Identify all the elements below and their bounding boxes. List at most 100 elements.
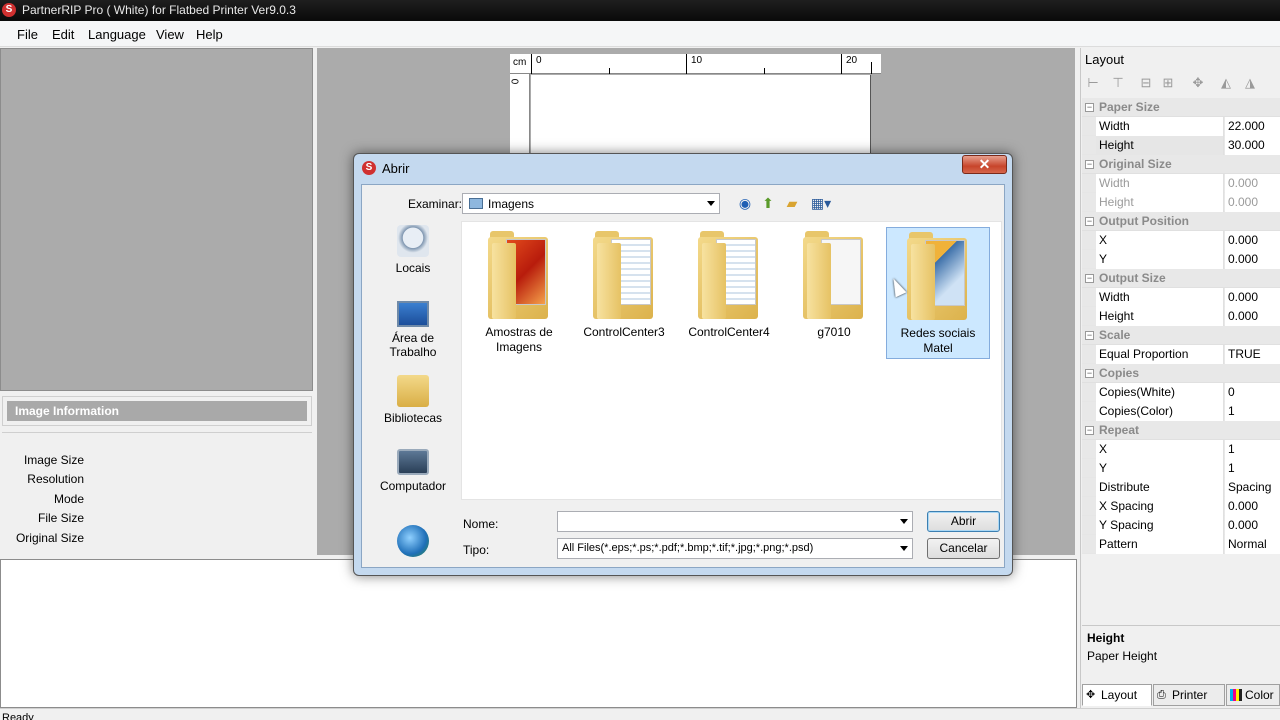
menu-edit[interactable]: Edit [52,27,74,42]
property-value[interactable]: 0.000 [1225,250,1280,269]
property-name: X [1096,440,1224,459]
close-button[interactable]: ✕ [962,155,1007,174]
property-row[interactable]: Height 30.000 [1082,136,1280,155]
look-in-dropdown[interactable]: Imagens [462,193,720,214]
folder-item[interactable]: ControlCenter4 [677,227,781,359]
property-row[interactable]: Y1 [1082,459,1280,478]
message-log-pane [0,559,1077,708]
collapse-icon[interactable]: − [1085,217,1094,226]
collapse-icon[interactable]: − [1085,103,1094,112]
flip-vertical-icon[interactable]: ◮ [1242,75,1258,91]
up-folder-icon[interactable]: ⬆ [759,194,777,212]
collapse-icon[interactable]: − [1085,274,1094,283]
tab-color-label: Color [1245,688,1274,702]
place-desktop[interactable]: Área de Trabalho [370,301,456,359]
menu-bar: File Edit Language View Help [0,21,1280,47]
place-network[interactable] [370,525,456,561]
file-type-dropdown[interactable]: All Files(*.eps;*.ps;*.pdf;*.bmp;*.tif;*… [557,538,913,559]
place-label: Bibliotecas [383,411,443,425]
category-output-size[interactable]: − Output Size [1082,269,1280,288]
category-copies[interactable]: − Copies [1082,364,1280,383]
chevron-down-icon[interactable] [900,519,908,524]
collapse-icon[interactable]: − [1085,369,1094,378]
property-value[interactable]: 0.000 [1225,497,1280,516]
place-libraries[interactable]: Bibliotecas [370,375,456,425]
ruler-tick [841,54,842,74]
property-value[interactable]: 0.000 [1225,307,1280,326]
ruler-unit: cm [513,57,527,68]
property-value[interactable]: 0.000 [1225,288,1280,307]
property-row[interactable]: X1 [1082,440,1280,459]
align-left-icon[interactable]: ⊢ [1085,75,1101,91]
property-row[interactable]: Height 0.000 [1082,307,1280,326]
tab-color[interactable]: Color [1226,684,1280,706]
property-row[interactable]: X Spacing 0.000 [1082,497,1280,516]
file-name-input[interactable] [557,511,913,532]
property-value[interactable]: 0 [1225,383,1280,402]
folder-icon [484,229,554,321]
category-output-position[interactable]: − Output Position [1082,212,1280,231]
property-row[interactable]: Distribute Spacing [1082,478,1280,497]
category-repeat[interactable]: − Repeat [1082,421,1280,440]
folder-item[interactable]: g7010 [782,227,886,359]
look-in-label: Examinar: [408,197,463,211]
place-computer[interactable]: Computador [370,449,456,493]
property-value[interactable]: Spacing [1225,478,1280,497]
open-button[interactable]: Abrir [927,511,1000,532]
center-vertical-icon[interactable]: ⊞ [1160,75,1176,91]
property-row[interactable]: Y Spacing 0.000 [1082,516,1280,535]
center-icon[interactable]: ✥ [1190,75,1206,91]
ruler-left-label-0: 0 [510,78,522,85]
network-icon [397,525,429,557]
view-menu-icon[interactable]: ▦▾ [808,194,834,212]
collapse-icon[interactable]: − [1085,160,1094,169]
tab-printer[interactable]: ⎙ Printer [1153,684,1225,706]
property-value: 0.000 [1225,193,1280,212]
category-original-size[interactable]: − Original Size [1082,155,1280,174]
property-value[interactable]: 30.000 [1225,136,1280,155]
place-recent[interactable]: Locais [370,225,456,275]
category-paper-size[interactable]: − Paper Size [1082,98,1280,117]
flip-horizontal-icon[interactable]: ◭ [1218,75,1234,91]
folder-item[interactable]: Amostras de Imagens [467,227,571,359]
property-row[interactable]: X 0.000 [1082,231,1280,250]
menu-file[interactable]: File [17,27,38,42]
collapse-icon[interactable]: − [1085,426,1094,435]
back-icon[interactable]: ◉ [736,194,754,212]
status-text: Ready [2,712,34,720]
property-value[interactable]: 1 [1225,459,1280,478]
property-row[interactable]: Pattern Normal [1082,535,1280,554]
collapse-icon[interactable]: − [1085,331,1094,340]
file-list[interactable]: Amostras de Imagens ControlCenter3 Contr… [461,221,1002,500]
center-horizontal-icon[interactable]: ⊟ [1138,75,1154,91]
menu-language[interactable]: Language [88,27,146,42]
file-name-label: Nome: [463,517,499,531]
new-folder-icon[interactable]: ▰ [783,194,801,212]
property-value[interactable]: TRUE [1225,345,1280,364]
property-value[interactable]: Normal [1225,535,1280,554]
menu-help[interactable]: Help [196,27,223,42]
menu-view[interactable]: View [156,27,184,42]
cancel-button[interactable]: Cancelar [927,538,1000,559]
property-value[interactable]: 0.000 [1225,516,1280,535]
property-row[interactable]: Y 0.000 [1082,250,1280,269]
property-row[interactable]: Copies(Color) 1 [1082,402,1280,421]
ruler-label-10: 10 [691,55,703,66]
property-row[interactable]: Width 0.000 [1082,288,1280,307]
tab-layout[interactable]: ✥ Layout [1082,684,1152,706]
property-value: 0.000 [1225,174,1280,193]
property-value[interactable]: 22.000 [1225,117,1280,136]
category-scale[interactable]: − Scale [1082,326,1280,345]
property-value[interactable]: 1 [1225,402,1280,421]
property-row[interactable]: Equal Proportion TRUE [1082,345,1280,364]
align-top-icon[interactable]: ⊤ [1110,75,1126,91]
property-name: Y [1096,250,1224,269]
property-row[interactable]: Width 22.000 [1082,117,1280,136]
property-row[interactable]: Copies(White) 0 [1082,383,1280,402]
dialog-title-bar[interactable]: S Abrir ✕ [354,154,1012,182]
partnerrip-logo-icon[interactable]: S [2,3,16,17]
folder-item[interactable]: ControlCenter3 [572,227,676,359]
property-name: Width [1096,174,1224,193]
property-value[interactable]: 1 [1225,440,1280,459]
property-value[interactable]: 0.000 [1225,231,1280,250]
